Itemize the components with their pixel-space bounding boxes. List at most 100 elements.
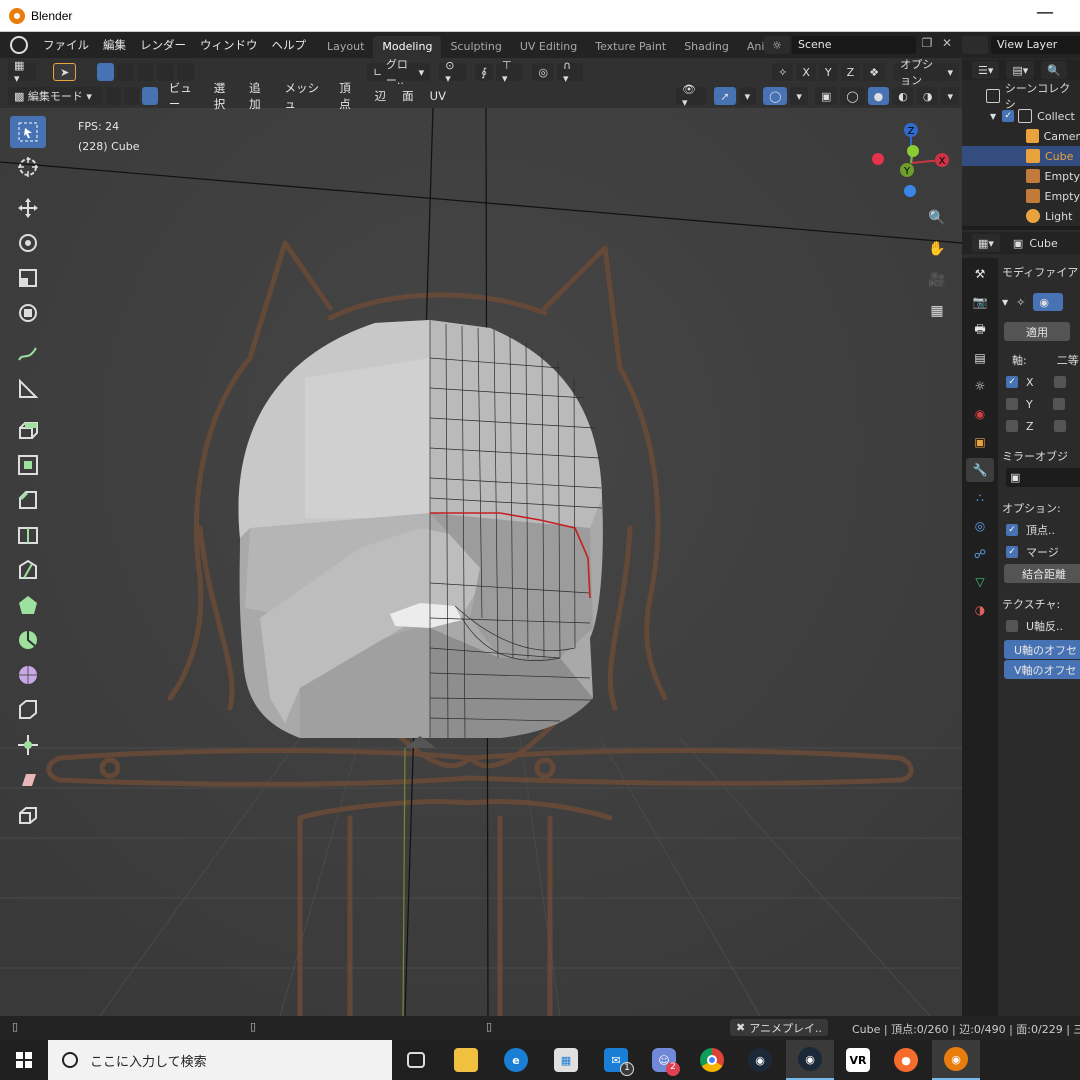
u-offset-field[interactable]: U軸のオフセ [1004, 640, 1080, 659]
modifier-section-title[interactable]: モディファイア [1002, 262, 1080, 282]
spin-tool[interactable] [10, 624, 46, 656]
select-box-tool[interactable] [10, 116, 46, 148]
steam-running-icon[interactable]: ◉ [786, 1040, 834, 1080]
merge-distance-field[interactable]: 結合距離 [1004, 564, 1080, 583]
visibility-dropdown[interactable]: 👁 ▾ [675, 83, 708, 109]
select-new-icon[interactable] [97, 63, 115, 81]
transform-tool[interactable] [10, 297, 46, 329]
3d-viewport[interactable]: ▦ ▾ ➤ ∟ グロー.. ▾ ⊙ ▾ ∮ ⊤ ▾ ◎ ∩ ▾ ✧ X Y Z … [0, 58, 962, 1016]
select-intersect-icon[interactable] [177, 63, 195, 81]
animation-playback-badge[interactable]: ✖ アニメプレイ.. [730, 1019, 828, 1036]
tab-uv-editing[interactable]: UV Editing [511, 36, 586, 58]
gizmo-neg-z-axis[interactable] [904, 185, 916, 197]
output-tab-icon[interactable]: 🖶 [966, 318, 994, 342]
option-merge-row[interactable]: ✓ マージ [1002, 542, 1080, 562]
mail-icon[interactable]: ✉ 1 [592, 1040, 640, 1080]
tab-texture-paint[interactable]: Texture Paint [586, 36, 675, 58]
taskbar-search-box[interactable]: ここに入力して検索 [48, 1040, 392, 1080]
tab-sculpting[interactable]: Sculpting [441, 36, 510, 58]
bisect-y-checkbox[interactable] [1052, 398, 1065, 410]
render-tab-icon[interactable]: 📷 [966, 290, 994, 314]
u-flip-row[interactable]: U軸反.. [1002, 616, 1080, 636]
shading-rendered-icon[interactable]: ◑ [916, 87, 939, 105]
snap-toggle-icon[interactable]: ∮ [475, 63, 494, 81]
loop-cut-tool[interactable] [10, 519, 46, 551]
outliner-item-collection[interactable]: ▼ ✓ Collect [962, 106, 1080, 126]
zoom-icon[interactable]: 🔍 [924, 205, 950, 231]
menu-render[interactable]: レンダー [133, 37, 193, 53]
poly-build-tool[interactable] [10, 589, 46, 621]
inset-tool[interactable] [10, 449, 46, 481]
object-tab-icon[interactable]: ▣ [966, 430, 994, 454]
view-layer-icon[interactable] [962, 36, 988, 54]
xray-toggle-icon[interactable]: ▣ [814, 87, 838, 105]
view-layer-field[interactable]: View Layer [991, 36, 1080, 54]
chrome-icon[interactable] [688, 1040, 736, 1080]
proportional-edit-icon[interactable]: ◎ [532, 63, 555, 81]
collection-checkbox[interactable]: ✓ [1002, 110, 1015, 122]
task-view-icon[interactable] [392, 1040, 440, 1080]
outliner-item-light[interactable]: Light [962, 206, 1080, 226]
face-select-icon[interactable] [142, 87, 158, 105]
outliner-item-empty-2[interactable]: Empty [962, 186, 1080, 206]
scene-icon[interactable]: ☼ [764, 36, 790, 54]
outliner-item-cube[interactable]: Cube [962, 146, 1080, 166]
select-extend-icon[interactable] [117, 63, 135, 81]
world-tab-icon[interactable]: ◉ [966, 402, 994, 426]
select-subtract-icon[interactable] [137, 63, 155, 81]
discord-icon[interactable]: ☺ 2 [640, 1040, 688, 1080]
outliner-item-empty-1[interactable]: Empty [962, 166, 1080, 186]
edge-browser-icon[interactable]: e [492, 1040, 540, 1080]
bevel-tool[interactable] [10, 484, 46, 516]
mirror-options-icon[interactable]: ✧ [772, 63, 794, 81]
option-vertex-checkbox[interactable]: ✓ [1006, 524, 1018, 536]
scale-tool[interactable] [10, 262, 46, 294]
rotate-tool[interactable] [10, 227, 46, 259]
cube-mesh[interactable] [238, 320, 603, 748]
collapse-arrow-icon[interactable]: ▼ [1002, 298, 1008, 307]
scene-name-field[interactable]: Scene [792, 36, 916, 54]
constraints-tab-icon[interactable]: ☍ [966, 542, 994, 566]
gizmo-toggle-icon[interactable]: ➚ [714, 87, 736, 105]
mirror-modifier-header[interactable]: ▼ ✧ ◉ [1002, 292, 1080, 312]
blender-menu-icon[interactable] [10, 36, 28, 54]
delete-scene-icon[interactable]: ✕ [938, 36, 956, 54]
mirror-x-button[interactable]: X [796, 63, 816, 81]
extrude-tool[interactable] [10, 414, 46, 446]
vr-app-icon[interactable]: VR [834, 1040, 882, 1080]
cancel-circle-icon[interactable]: ✖ [736, 1021, 745, 1034]
move-tool[interactable] [10, 192, 46, 224]
mirror-z-button[interactable]: Z [840, 63, 861, 81]
physics-tab-icon[interactable]: ◎ [966, 514, 994, 538]
v-offset-field[interactable]: V軸のオフセ [1004, 660, 1080, 679]
gizmo-dropdown[interactable]: ▾ [738, 87, 757, 105]
camera-view-icon[interactable]: 🎥 [924, 267, 950, 293]
snap-target-dropdown[interactable]: ⊤ ▾ [496, 59, 524, 85]
menu-view[interactable]: ビュー [161, 80, 206, 112]
u-flip-checkbox[interactable] [1006, 620, 1018, 632]
particles-tab-icon[interactable]: ∴ [966, 486, 994, 510]
proportional-falloff-dropdown[interactable]: ∩ ▾ [557, 59, 584, 85]
minimize-button[interactable]: — [1036, 2, 1054, 23]
axis-z-checkbox[interactable] [1006, 420, 1018, 432]
tool-tab-icon[interactable]: ⚒ [966, 262, 994, 286]
bisect-x-checkbox[interactable] [1053, 376, 1066, 388]
options-dropdown[interactable]: オプション ▾ [894, 58, 960, 87]
shading-dropdown[interactable]: ▾ [941, 87, 960, 105]
option-merge-checkbox[interactable]: ✓ [1006, 546, 1018, 558]
file-explorer-icon[interactable] [442, 1040, 490, 1080]
menu-help[interactable]: ヘルプ [265, 37, 314, 53]
menu-add[interactable]: 追加 [241, 80, 276, 112]
steam-icon[interactable]: ◉ [736, 1040, 784, 1080]
cursor-tool[interactable] [10, 151, 46, 183]
scene-tab-icon[interactable]: ☼ [966, 374, 994, 398]
mode-dropdown[interactable]: ▩ 編集モード ▾ [8, 87, 103, 105]
store-icon[interactable]: ▦ [542, 1040, 590, 1080]
smooth-tool[interactable] [10, 659, 46, 691]
annotate-tool[interactable] [10, 338, 46, 370]
expand-arrow-icon[interactable]: ▼ [990, 112, 996, 121]
select-invert-icon[interactable] [157, 63, 175, 81]
new-scene-icon[interactable]: ❐ [918, 36, 936, 54]
menu-edge[interactable]: 辺 [367, 88, 395, 104]
outliner-display-mode-icon[interactable]: ☰▾ [972, 61, 1000, 79]
